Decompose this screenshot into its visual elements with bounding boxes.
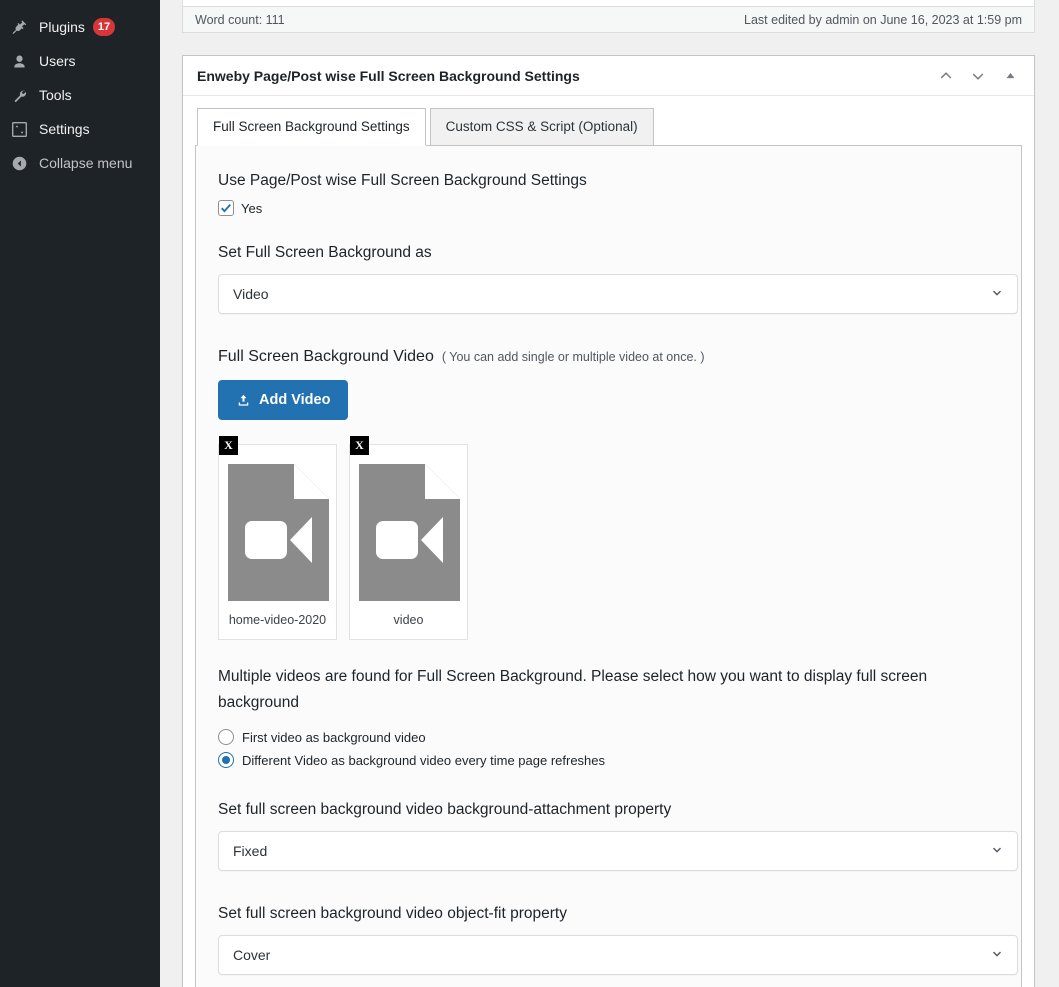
editor-bottom-edge	[182, 0, 1035, 6]
multiple-videos-notice: Multiple videos are found for Full Scree…	[218, 668, 928, 711]
tab-label: Full Screen Background Settings	[213, 119, 410, 134]
video-thumbnail-item[interactable]: X video	[349, 436, 468, 641]
tab-custom-css-script[interactable]: Custom CSS & Script (Optional)	[429, 108, 654, 147]
set-background-as-value: Video	[233, 286, 269, 303]
video-thumbnail-item[interactable]: X home-video-2020	[218, 436, 337, 641]
plugins-update-badge: 17	[92, 18, 116, 36]
admin-sidebar: Plugins 17 Users Tools Settings Collapse…	[0, 0, 160, 987]
use-settings-checkbox-label: Yes	[241, 200, 263, 216]
use-settings-checkbox-row[interactable]: Yes	[218, 200, 997, 217]
sidebar-item-plugins[interactable]: Plugins 17	[0, 10, 160, 44]
word-count-text: Word count: 111	[195, 12, 285, 27]
postbox-title: Enweby Page/Post wise Full Screen Backgr…	[197, 67, 580, 84]
fullscreen-background-postbox: Enweby Page/Post wise Full Screen Backgr…	[182, 55, 1035, 987]
add-video-button[interactable]: Add Video	[218, 380, 349, 421]
user-icon	[8, 51, 30, 71]
attachment-property-value: Fixed	[233, 843, 268, 860]
admin-screen: Plugins 17 Users Tools Settings Collapse…	[0, 0, 1059, 987]
sidebar-item-settings[interactable]: Settings	[0, 112, 160, 146]
settings-tabs: Full Screen Background Settings Custom C…	[195, 108, 1022, 147]
add-video-button-label: Add Video	[259, 392, 331, 409]
video-file-icon	[228, 464, 329, 602]
sidebar-item-collapse-menu[interactable]: Collapse menu	[0, 146, 160, 180]
postbox-header: Enweby Page/Post wise Full Screen Backgr…	[183, 56, 1034, 96]
video-section-heading: Full Screen Background Video ( You can a…	[218, 348, 997, 366]
upload-icon	[238, 394, 249, 406]
chevron-down-icon	[990, 843, 1004, 860]
video-section-title: Full Screen Background Video	[218, 348, 434, 366]
video-file-glyph-icon	[359, 464, 460, 602]
last-edited-text: Last edited by admin on June 16, 2023 at…	[744, 12, 1022, 27]
sidebar-item-label: Users	[39, 53, 76, 69]
video-section-hint: ( You can add single or multiple video a…	[441, 350, 705, 365]
chevron-down-icon	[990, 286, 1004, 303]
sliders-icon	[8, 119, 30, 139]
objectfit-property-select[interactable]: Cover	[218, 935, 1018, 976]
attachment-property-select[interactable]: Fixed	[218, 831, 1018, 872]
display-option-first-video-radio[interactable]	[218, 729, 234, 746]
triangle-up-icon	[1006, 72, 1014, 79]
sidebar-item-users[interactable]: Users	[0, 44, 160, 78]
attachment-property-label: Set full screen background video backgro…	[218, 801, 672, 819]
remove-video-button[interactable]: X	[350, 436, 369, 456]
main-content: Word count: 111 Last edited by admin on …	[160, 0, 1059, 987]
tab-panel-full-screen-background-settings: Use Page/Post wise Full Screen Backgroun…	[195, 145, 1022, 987]
checkmark-icon	[221, 204, 231, 213]
remove-video-button[interactable]: X	[219, 436, 238, 456]
sidebar-item-label: Collapse menu	[39, 155, 133, 171]
objectfit-property-label: Set full screen background video object-…	[218, 905, 567, 923]
word-count-bar: Word count: 111 Last edited by admin on …	[182, 6, 1035, 33]
postbox-controls	[932, 62, 1024, 90]
toggle-panel-button[interactable]	[996, 62, 1024, 90]
move-down-button[interactable]	[964, 62, 992, 90]
radio-dot-icon	[222, 756, 230, 765]
set-background-as-select[interactable]: Video	[218, 274, 1018, 315]
postbox-body: Full Screen Background Settings Custom C…	[183, 96, 1034, 987]
display-option-first-video-row[interactable]: First video as background video	[218, 729, 997, 746]
display-option-different-video-radio[interactable]	[218, 752, 234, 769]
set-background-as-label: Set Full Screen Background as	[218, 244, 432, 262]
display-option-different-video-row[interactable]: Different Video as background video ever…	[218, 752, 997, 769]
sidebar-item-label: Settings	[39, 121, 90, 137]
chevron-up-icon	[940, 71, 952, 79]
video-thumbnails-list: X home-video-2020 X video	[218, 436, 997, 641]
move-up-button[interactable]	[932, 62, 960, 90]
sidebar-item-label: Plugins	[39, 19, 85, 35]
display-option-label: Different Video as background video ever…	[242, 752, 606, 768]
tab-label: Custom CSS & Script (Optional)	[445, 119, 638, 134]
use-settings-checkbox[interactable]	[218, 200, 234, 217]
plug-icon	[8, 17, 30, 37]
display-option-label: First video as background video	[242, 729, 426, 745]
sidebar-item-label: Tools	[39, 87, 72, 103]
video-thumbnail-caption: home-video-2020	[228, 613, 327, 628]
video-file-icon	[359, 464, 460, 602]
chevron-down-icon	[972, 72, 984, 80]
sidebar-item-tools[interactable]: Tools	[0, 78, 160, 112]
tab-full-screen-background-settings[interactable]: Full Screen Background Settings	[197, 108, 426, 147]
video-thumbnail-caption: video	[393, 613, 424, 628]
video-file-glyph-icon	[228, 464, 329, 602]
objectfit-property-value: Cover	[233, 947, 271, 964]
chevron-down-icon	[990, 947, 1004, 964]
use-settings-label: Use Page/Post wise Full Screen Backgroun…	[218, 172, 587, 190]
wrench-icon	[8, 85, 30, 105]
collapse-arrow-icon	[8, 153, 30, 173]
